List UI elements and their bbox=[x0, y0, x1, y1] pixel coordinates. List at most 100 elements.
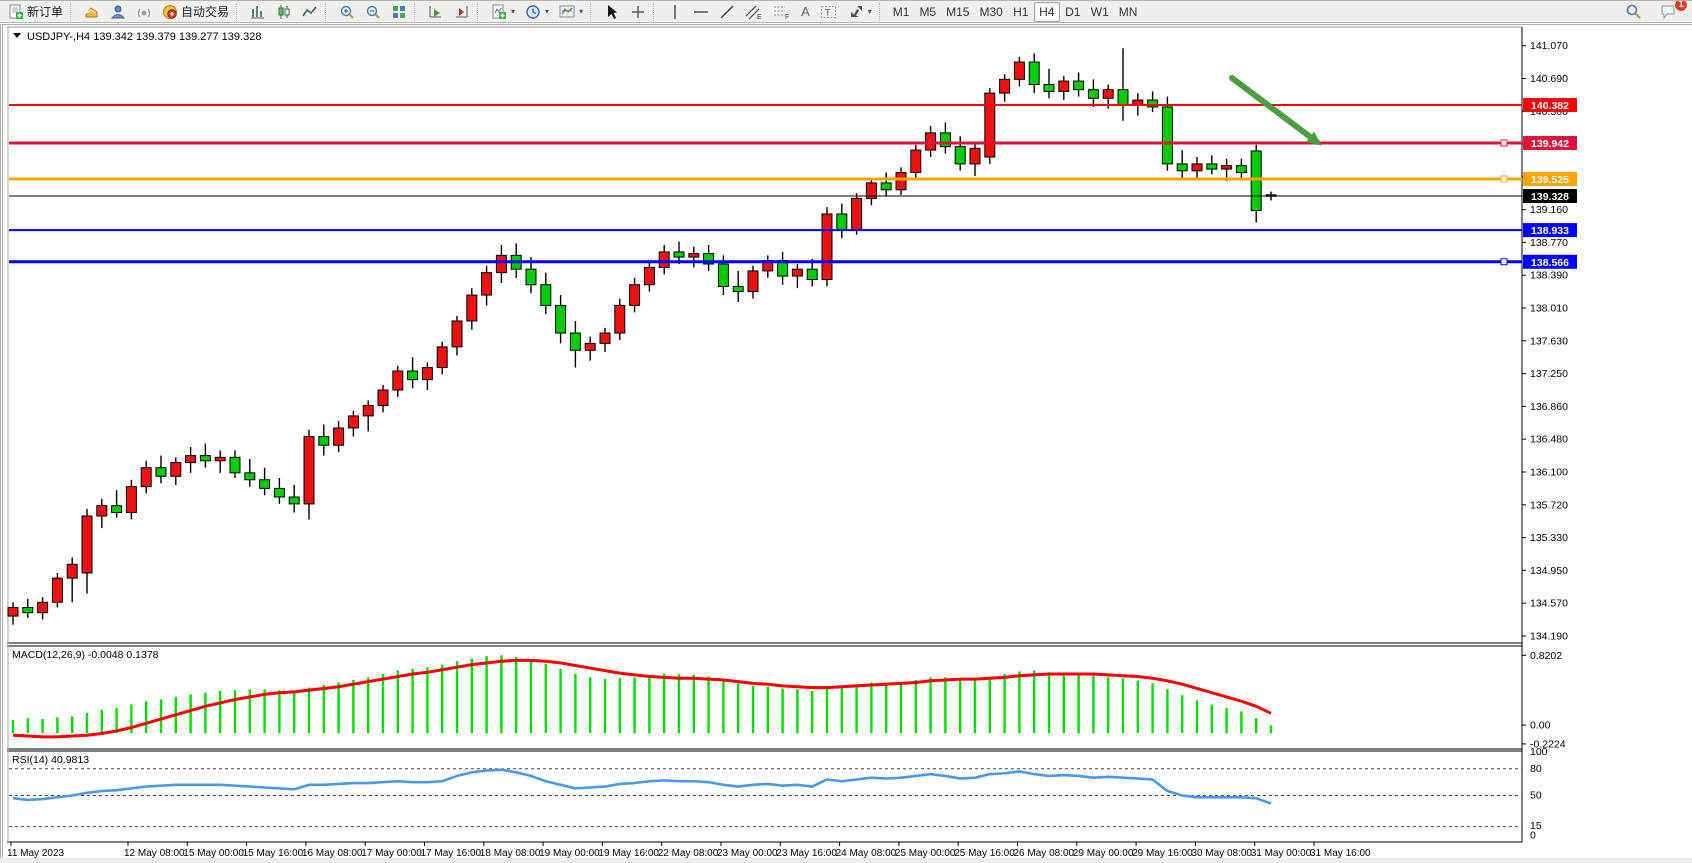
toolbar-separator bbox=[477, 3, 484, 21]
price-tick-label: 139.160 bbox=[1530, 204, 1568, 216]
candle bbox=[852, 193, 862, 234]
text-label-tool-button[interactable]: T bbox=[815, 2, 843, 22]
price-tick-label: 134.190 bbox=[1530, 630, 1568, 642]
equidistant-channel-tool-button[interactable]: E bbox=[740, 2, 768, 22]
zoom-in-icon bbox=[339, 4, 355, 20]
timeframe-toolbar: M1 M5 M15 M30 H1 H4 D1 W1 MN bbox=[888, 2, 1143, 22]
new-chart-icon bbox=[84, 4, 100, 20]
vertical-line-tool-button[interactable] bbox=[662, 2, 688, 22]
price-line-tag-label: 138.933 bbox=[1531, 225, 1569, 237]
price-tick-label: 138.390 bbox=[1530, 270, 1568, 282]
price-line-tag-label: 139.942 bbox=[1531, 138, 1569, 150]
equidistant-channel-icon: E bbox=[745, 4, 763, 20]
status-strip bbox=[0, 858, 1692, 863]
timeframe-m30-button[interactable]: M30 bbox=[974, 2, 1007, 22]
zoom-in-button[interactable] bbox=[334, 2, 360, 22]
dropdown-caret: ▾ bbox=[868, 7, 872, 16]
text-tool-button[interactable]: A bbox=[796, 2, 815, 22]
timeframe-m5-button[interactable]: M5 bbox=[914, 2, 941, 22]
toolbar-separator bbox=[414, 3, 421, 21]
svg-text:100: 100 bbox=[1530, 746, 1548, 758]
timeframe-w1-button[interactable]: W1 bbox=[1086, 2, 1114, 22]
timeframe-m15-button[interactable]: M15 bbox=[941, 2, 974, 22]
candle bbox=[822, 207, 832, 286]
tile-windows-icon bbox=[391, 4, 407, 20]
dropdown-caret: ▾ bbox=[511, 7, 515, 16]
mt4-window: 新订单 自动交易 bbox=[0, 0, 1692, 863]
new-order-icon bbox=[8, 4, 24, 20]
svg-text:E: E bbox=[757, 14, 762, 20]
price-axis[interactable]: 141.070140.690140.300139.910139.530139.1… bbox=[1522, 40, 1568, 642]
auto-scroll-button[interactable] bbox=[423, 2, 449, 22]
indicators-icon bbox=[491, 4, 507, 20]
trendline-icon bbox=[719, 4, 735, 20]
bar-chart-button[interactable] bbox=[245, 2, 271, 22]
svg-text:80: 80 bbox=[1530, 763, 1542, 775]
templates-icon bbox=[559, 4, 575, 20]
toolbar-separator bbox=[653, 3, 660, 21]
search-button[interactable] bbox=[1620, 2, 1647, 22]
macd-axis: 0.82020.00-0.2224 bbox=[1522, 650, 1566, 751]
signals-button[interactable] bbox=[131, 2, 157, 22]
price-tick-label: 136.100 bbox=[1530, 466, 1568, 478]
crosshair-tool-button[interactable] bbox=[625, 2, 651, 22]
dropdown-caret: ▾ bbox=[545, 7, 549, 16]
text-label-icon: T bbox=[820, 4, 838, 20]
profiles-icon bbox=[110, 4, 126, 20]
fibonacci-tool-button[interactable]: F bbox=[768, 2, 796, 22]
timeframe-h1-button[interactable]: H1 bbox=[1008, 2, 1034, 22]
price-tick-label: 137.630 bbox=[1530, 335, 1568, 347]
arrows-tool-icon bbox=[848, 4, 864, 20]
trendline-tool-button[interactable] bbox=[714, 2, 740, 22]
toolbar-separator bbox=[325, 3, 332, 21]
timeframe-h4-button[interactable]: H4 bbox=[1034, 2, 1060, 22]
periods-clock-icon bbox=[525, 4, 541, 20]
line-handle[interactable] bbox=[1501, 140, 1507, 146]
notifications-button[interactable]: 1 bbox=[1655, 2, 1682, 22]
periods-button[interactable]: ▾ bbox=[520, 2, 554, 22]
new-order-button[interactable]: 新订单 bbox=[3, 2, 68, 22]
toolbar-separator bbox=[590, 3, 597, 21]
time-axis[interactable]: 11 May 202312 May 08:0015 May 00:0015 Ma… bbox=[7, 842, 1371, 859]
indicators-button[interactable]: ▾ bbox=[486, 2, 520, 22]
chart-shift-button[interactable] bbox=[449, 2, 475, 22]
chart-canvas[interactable]: 141.070140.690140.300139.910139.530139.1… bbox=[3, 25, 1692, 859]
svg-text:0.8202: 0.8202 bbox=[1530, 650, 1562, 662]
timeframe-mn-button[interactable]: MN bbox=[1114, 2, 1143, 22]
chart-shift-icon bbox=[454, 4, 470, 20]
price-tick-label: 141.070 bbox=[1530, 40, 1568, 52]
rsi-label: RSI(14) 40.9813 bbox=[12, 754, 89, 766]
autotrading-button[interactable]: 自动交易 bbox=[157, 2, 234, 22]
line-chart-button[interactable] bbox=[297, 2, 323, 22]
cursor-tool-button[interactable] bbox=[599, 2, 625, 22]
svg-text:0: 0 bbox=[1530, 830, 1536, 842]
candle bbox=[1251, 145, 1261, 223]
crosshair-icon bbox=[630, 4, 646, 20]
price-tick-label: 140.690 bbox=[1530, 73, 1568, 85]
arrows-tool-button[interactable]: ▾ bbox=[843, 2, 877, 22]
text-icon: A bbox=[801, 5, 810, 18]
new-chart-button[interactable] bbox=[79, 2, 105, 22]
candlestick-chart-icon bbox=[276, 4, 292, 20]
bar-chart-icon bbox=[250, 4, 266, 20]
templates-button[interactable]: ▾ bbox=[554, 2, 588, 22]
svg-text:T: T bbox=[825, 7, 831, 17]
price-tick-label: 135.330 bbox=[1530, 532, 1568, 544]
toolbar-separator bbox=[879, 3, 886, 21]
horizontal-line-icon bbox=[693, 4, 709, 20]
line-handle[interactable] bbox=[1501, 259, 1507, 265]
price-tick-label: 135.720 bbox=[1530, 499, 1568, 511]
profiles-button[interactable] bbox=[105, 2, 131, 22]
line-handle[interactable] bbox=[1501, 176, 1507, 182]
auto-scroll-icon bbox=[428, 4, 444, 20]
tile-windows-button[interactable] bbox=[386, 2, 412, 22]
price-tick-label: 136.860 bbox=[1530, 401, 1568, 413]
horizontal-line-tool-button[interactable] bbox=[688, 2, 714, 22]
current-price-tag: 139.328 bbox=[1531, 191, 1569, 203]
toolbar-separator bbox=[70, 3, 77, 21]
timeframe-m1-button[interactable]: M1 bbox=[888, 2, 915, 22]
candlestick-chart-button[interactable] bbox=[271, 2, 297, 22]
timeframe-d1-button[interactable]: D1 bbox=[1060, 2, 1086, 22]
zoom-out-button[interactable] bbox=[360, 2, 386, 22]
price-tick-label: 138.010 bbox=[1530, 303, 1568, 315]
